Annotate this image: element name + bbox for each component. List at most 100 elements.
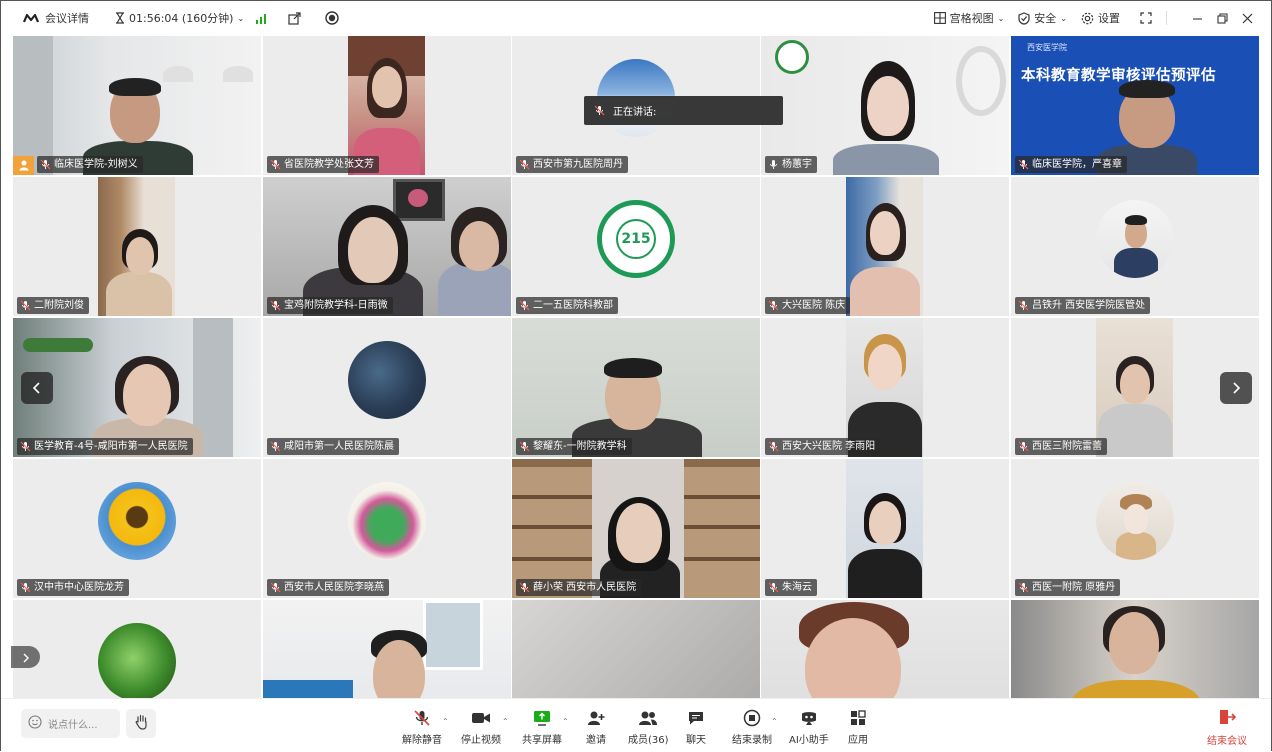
video-tile[interactable]: 汉中市中心医院龙芳 bbox=[13, 459, 261, 598]
end-meeting-label: 结束会议 bbox=[1207, 736, 1247, 747]
minimize-icon[interactable] bbox=[1192, 13, 1203, 24]
stop-video-label: 停止视频 bbox=[461, 735, 501, 746]
bottom-toolbar: 说点什么... 解除静音 ⌃ 停止视频 ⌃ 共享屏幕 ⌃ 邀请 成员(36) 聊… bbox=[1, 698, 1271, 752]
participant-name-label: 宝鸡附院教学科-日雨微 bbox=[267, 297, 393, 314]
record-indicator-icon[interactable] bbox=[325, 11, 339, 25]
participant-name-label: 薛小荣 西安市人民医院 bbox=[516, 579, 642, 596]
gear-icon bbox=[1081, 12, 1094, 25]
security-button[interactable]: 安全 ⌄ bbox=[1018, 10, 1067, 26]
video-tile[interactable]: 西医一附院 原雅丹 bbox=[1011, 459, 1259, 598]
mic-muted-icon bbox=[1018, 441, 1029, 452]
chevron-left-icon bbox=[32, 379, 42, 398]
prev-page-button[interactable] bbox=[21, 372, 53, 404]
mic-muted-icon bbox=[768, 300, 779, 311]
emoji-icon[interactable] bbox=[28, 715, 42, 732]
video-tile[interactable]: 薛小荣 西安市人民医院 bbox=[512, 459, 760, 598]
chat-label: 聊天 bbox=[686, 735, 706, 746]
share-screen-button[interactable]: 共享屏幕 bbox=[522, 709, 562, 746]
mic-muted-icon bbox=[1018, 300, 1029, 311]
members-icon bbox=[638, 709, 658, 727]
drawing-avatar bbox=[348, 482, 426, 560]
speaking-indicator: 正在讲话: bbox=[584, 96, 783, 125]
chevron-down-icon: ⌄ bbox=[1060, 13, 1067, 23]
video-tile[interactable] bbox=[761, 600, 1009, 698]
participant-name-label: 临床医学院，严喜章 bbox=[1015, 156, 1127, 173]
chevron-right-icon bbox=[1231, 379, 1241, 398]
mic-muted-icon bbox=[768, 441, 779, 452]
video-tile[interactable] bbox=[13, 600, 261, 698]
stop-video-button[interactable]: 停止视频 bbox=[461, 709, 501, 746]
mic-muted-icon bbox=[20, 300, 31, 311]
video-tile[interactable]: 西安大兴医院 李雨阳 bbox=[761, 318, 1009, 457]
end-meeting-button[interactable]: 结束会议 bbox=[1207, 709, 1247, 747]
raise-hand-button[interactable] bbox=[126, 709, 156, 738]
participant-name-label: 西安市人民医院李晓燕 bbox=[267, 579, 389, 596]
participant-name-label: 咸阳市第一人民医院陈晨 bbox=[267, 438, 399, 455]
video-tile[interactable]: 西安市人民医院李晓燕 bbox=[263, 459, 511, 598]
chat-button[interactable]: 聊天 bbox=[686, 709, 706, 746]
video-tile[interactable]: 西安医学院 本科教育教学审核评估预评估 临床医学院，严喜章 bbox=[1011, 36, 1259, 175]
video-tile[interactable]: 大兴医院 陈庆 bbox=[761, 177, 1009, 316]
hospital-215-logo-icon: 215 bbox=[597, 200, 675, 278]
video-tile[interactable] bbox=[263, 600, 511, 698]
meeting-timer[interactable]: 01:56:04 (160分钟) ⌄ bbox=[115, 10, 244, 26]
video-tile[interactable]: 宝鸡附院教学科-日雨微 bbox=[263, 177, 511, 316]
shared-slide-title: 本科教育教学审核评估预评估 bbox=[1021, 68, 1216, 84]
video-tile[interactable]: 吕铁升 西安医学院医管处 bbox=[1011, 177, 1259, 316]
network-signal-icon[interactable] bbox=[256, 13, 268, 24]
video-tile[interactable]: 二附院刘俊 bbox=[13, 177, 261, 316]
record-stop-icon bbox=[743, 709, 761, 727]
mic-muted-icon bbox=[40, 159, 51, 170]
video-tile[interactable]: 省医院教学处张文芳 bbox=[263, 36, 511, 175]
add-person-icon bbox=[587, 709, 605, 727]
video-tile[interactable]: 临床医学院-刘树义 bbox=[13, 36, 261, 175]
close-icon[interactable] bbox=[1242, 13, 1253, 24]
meeting-details-button[interactable]: 会议详情 bbox=[45, 10, 89, 26]
share-options-caret-icon[interactable]: ⌃ bbox=[562, 717, 569, 726]
shield-icon bbox=[1018, 11, 1030, 25]
quick-chat-input[interactable]: 说点什么... bbox=[21, 709, 120, 738]
video-tile[interactable]: 杨蕙宇 bbox=[761, 36, 1009, 175]
video-tile[interactable] bbox=[512, 600, 760, 698]
mic-muted-icon bbox=[270, 441, 281, 452]
video-tile[interactable] bbox=[1011, 600, 1259, 698]
mic-muted-icon bbox=[519, 582, 530, 593]
meeting-window: 会议详情 01:56:04 (160分钟) ⌄ 宫格视图 ⌄ 安全 ⌄ 设置 临… bbox=[0, 0, 1272, 752]
participant-name-label: 医学教育-4号-咸阳市第一人民医院 bbox=[17, 438, 193, 455]
participant-name-label: 朱海云 bbox=[765, 579, 817, 596]
participant-name-label: 吕铁升 西安医学院医管处 bbox=[1015, 297, 1151, 314]
invite-button[interactable]: 邀请 bbox=[586, 709, 606, 746]
settings-button[interactable]: 设置 bbox=[1081, 10, 1120, 26]
chat-placeholder: 说点什么... bbox=[48, 720, 98, 731]
apps-grid-icon bbox=[850, 709, 866, 727]
participant-name-label: 临床医学院-刘树义 bbox=[37, 156, 143, 173]
share-link-icon[interactable] bbox=[288, 11, 301, 25]
video-tile[interactable]: 朱海云 bbox=[761, 459, 1009, 598]
title-bar: 会议详情 01:56:04 (160分钟) ⌄ 宫格视图 ⌄ 安全 ⌄ 设置 bbox=[1, 1, 1271, 35]
ai-assistant-button[interactable]: AI小助手 bbox=[789, 709, 829, 746]
slide-header-label: 西安医学院 bbox=[1027, 43, 1067, 52]
settings-label: 设置 bbox=[1098, 12, 1120, 25]
video-tile[interactable]: 215 二一五医院科教部 bbox=[512, 177, 760, 316]
grid-icon bbox=[933, 12, 946, 24]
audio-options-caret-icon[interactable]: ⌃ bbox=[442, 717, 449, 726]
expand-panel-button[interactable] bbox=[11, 646, 40, 668]
video-options-caret-icon[interactable]: ⌃ bbox=[502, 717, 509, 726]
sunflower-avatar bbox=[98, 482, 176, 560]
unmute-button[interactable]: 解除静音 bbox=[402, 709, 442, 746]
next-page-button[interactable] bbox=[1220, 372, 1252, 404]
recording-options-caret-icon[interactable]: ⌃ bbox=[771, 717, 778, 726]
video-tile[interactable]: 黎耀东-一附院教学科 bbox=[512, 318, 760, 457]
restore-icon[interactable] bbox=[1217, 12, 1228, 24]
members-button[interactable]: 成员(36) bbox=[628, 709, 669, 746]
share-screen-label: 共享屏幕 bbox=[522, 735, 562, 746]
grid-view-button[interactable]: 宫格视图 ⌄ bbox=[933, 10, 1004, 26]
mic-muted-icon bbox=[413, 709, 431, 727]
participant-name-label: 大兴医院 陈庆 bbox=[765, 297, 851, 314]
end-recording-button[interactable]: 结束录制 bbox=[732, 709, 772, 746]
video-tile[interactable]: 咸阳市第一人民医院陈晨 bbox=[263, 318, 511, 457]
tencent-meeting-logo-icon bbox=[23, 13, 39, 23]
video-camera-icon bbox=[471, 709, 491, 727]
fullscreen-icon[interactable] bbox=[1140, 12, 1152, 24]
apps-button[interactable]: 应用 bbox=[848, 709, 868, 746]
